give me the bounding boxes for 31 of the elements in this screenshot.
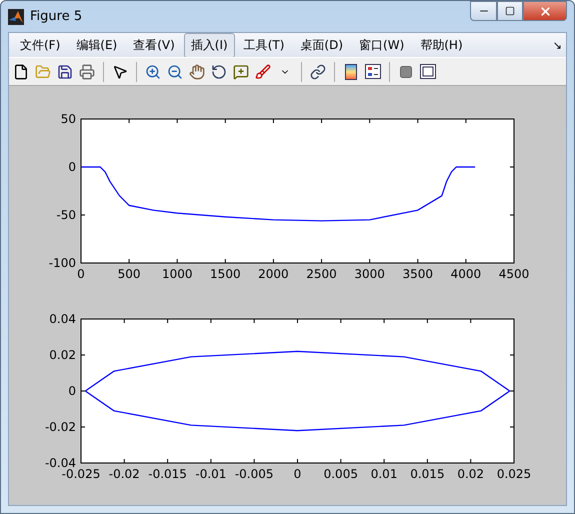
tick-label: 0.02 xyxy=(49,348,76,362)
tick-label: 1000 xyxy=(162,267,192,281)
tick-label: -50 xyxy=(56,208,76,222)
tick-label: 500 xyxy=(118,267,141,281)
tick-label: 3500 xyxy=(402,267,434,281)
window-title: Figure 5 xyxy=(30,9,84,24)
tick-label: -0.005 xyxy=(234,467,274,481)
tick-label: 0 xyxy=(68,160,76,174)
tick-label: 0 xyxy=(294,467,302,481)
tick-label: 0 xyxy=(68,384,76,398)
tick-label: -0.015 xyxy=(148,467,187,481)
tick-label: -0.04 xyxy=(44,456,76,470)
tick-label: -0.01 xyxy=(195,467,226,481)
tick-label: 2500 xyxy=(306,267,337,281)
tick-label: 0.025 xyxy=(496,467,532,481)
tick-label: 0.015 xyxy=(410,467,445,481)
tick-label: -100 xyxy=(48,256,76,270)
tick-label: -0.025 xyxy=(62,467,100,481)
tick-label: 3000 xyxy=(354,267,385,281)
tick-label: 0.02 xyxy=(457,467,484,481)
tick-label: 2000 xyxy=(258,267,289,281)
tick-label: 4500 xyxy=(498,267,530,281)
tick-label: 0 xyxy=(77,267,85,281)
tick-label: -0.02 xyxy=(44,420,76,434)
tick-label: -0.02 xyxy=(108,467,140,481)
tick-label: 50 xyxy=(60,112,76,126)
tick-label: 0.04 xyxy=(49,312,76,326)
tick-label: 0.005 xyxy=(324,467,358,481)
tick-label: 1500 xyxy=(210,267,241,281)
tick-label: 4000 xyxy=(450,267,482,281)
tick-label: 0.01 xyxy=(370,467,398,481)
